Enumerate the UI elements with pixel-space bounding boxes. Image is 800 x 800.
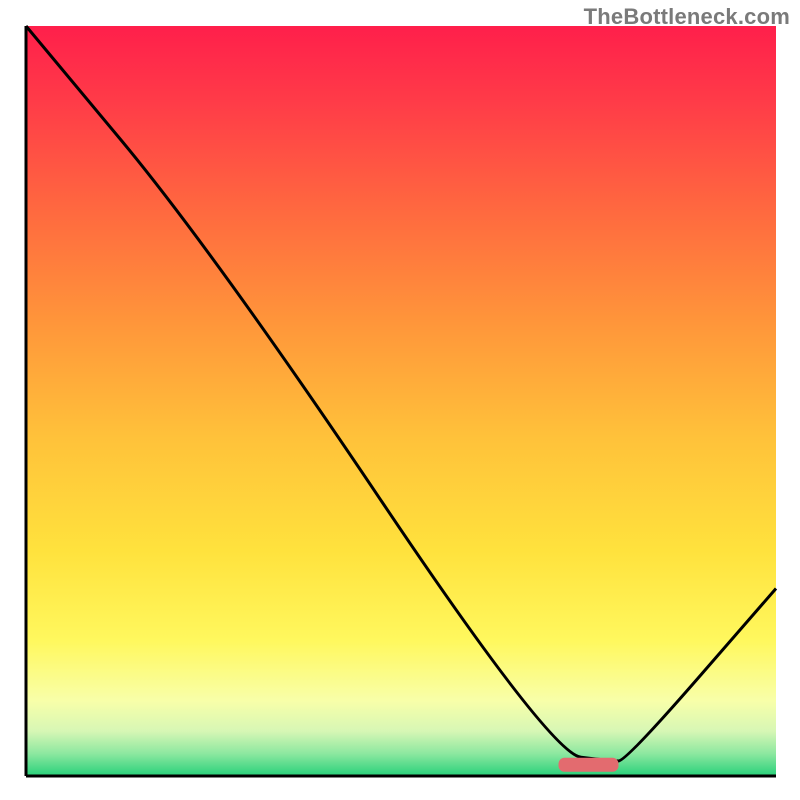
plot-background (26, 26, 776, 776)
minimum-marker (559, 758, 619, 772)
watermark-text: TheBottleneck.com (584, 4, 790, 30)
chart-container: TheBottleneck.com (0, 0, 800, 800)
bottleneck-chart (0, 0, 800, 800)
